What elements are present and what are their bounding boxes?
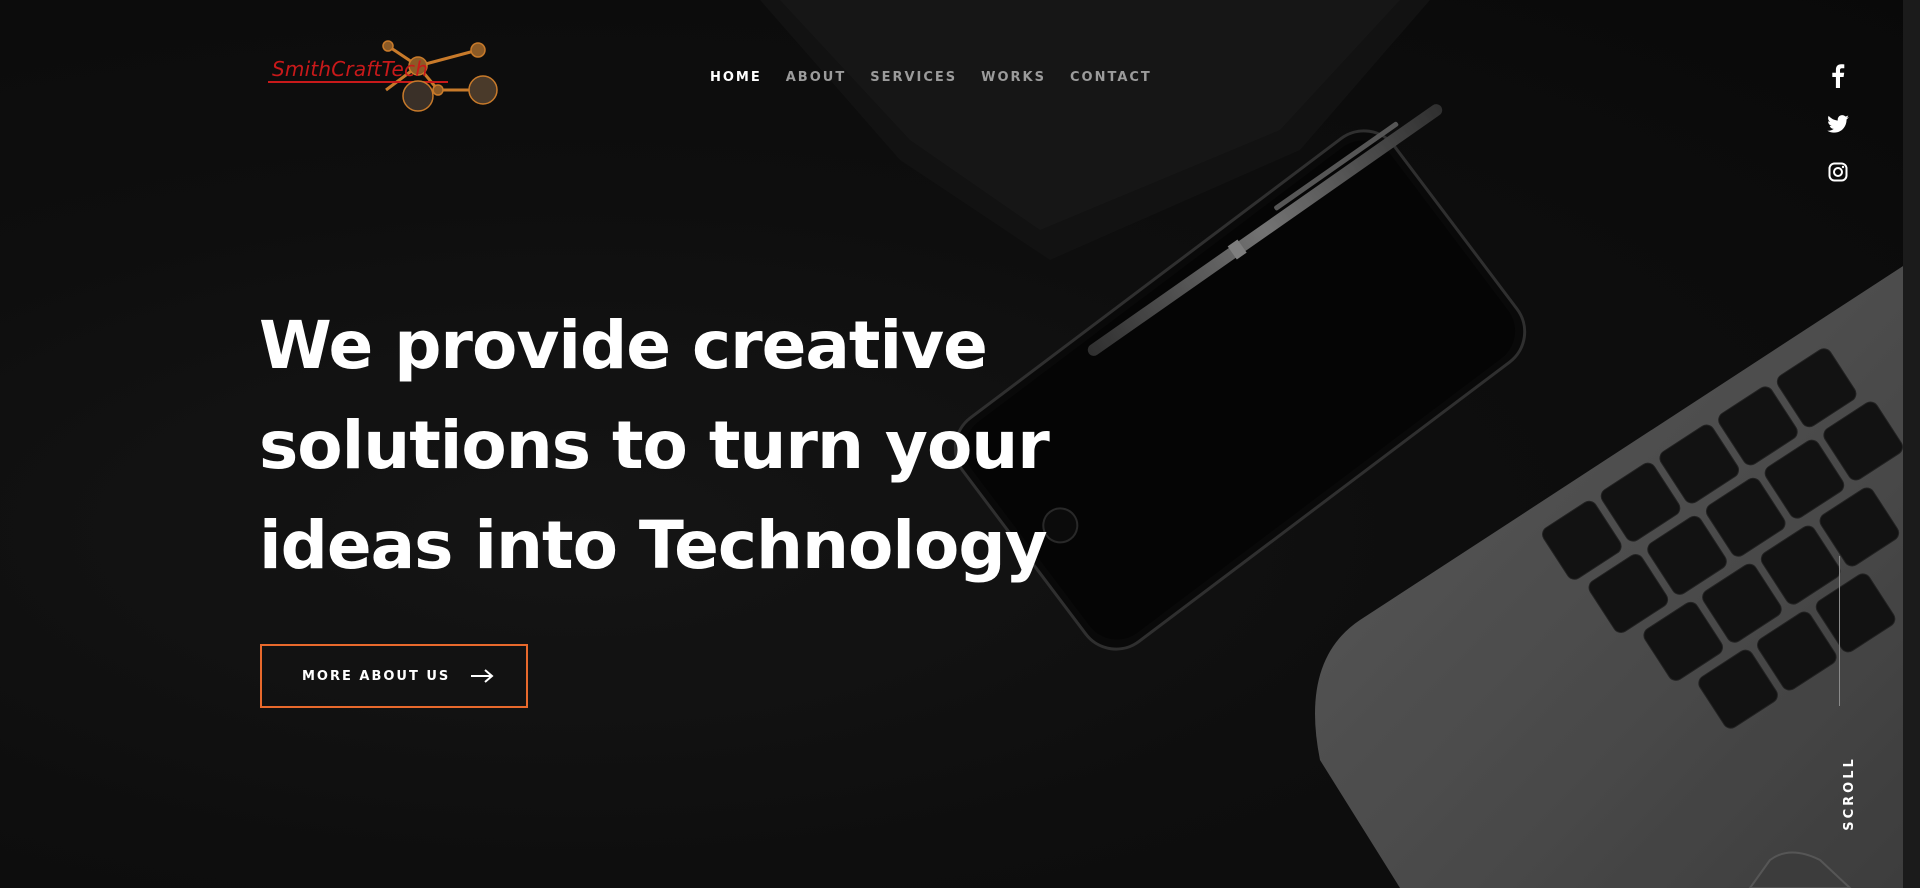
social-links (1826, 64, 1854, 208)
nav-item-about[interactable]: ABOUT (786, 70, 846, 85)
site-logo[interactable]: SmithCraftTech (268, 38, 503, 112)
headline-line: ideas into Technology (259, 507, 1048, 584)
nav-item-works[interactable]: WORKS (981, 70, 1046, 85)
nav-item-contact[interactable]: CONTACT (1070, 70, 1152, 85)
nav-item-services[interactable]: SERVICES (870, 70, 957, 85)
hero-headline: We provide creative solutions to turn yo… (259, 296, 1079, 596)
main-nav: HOME ABOUT SERVICES WORKS CONTACT (710, 70, 1176, 85)
hero-section: SmithCraftTech HOME ABOUT SERVICES WORKS… (0, 0, 1920, 888)
cta-label: MORE ABOUT US (302, 668, 451, 684)
logo-text: SmithCraftTech (272, 57, 429, 81)
instagram-icon[interactable] (1826, 160, 1850, 184)
nav-item-home[interactable]: HOME (710, 70, 762, 85)
scroll-label[interactable]: SCROLL (1842, 756, 1857, 831)
headline-line: We provide creative (259, 307, 988, 384)
headline-line: solutions to turn your (259, 407, 1050, 484)
facebook-icon[interactable] (1826, 64, 1850, 88)
twitter-icon[interactable] (1826, 112, 1850, 136)
arrow-right-icon (470, 669, 494, 683)
scroll-indicator-line (1839, 556, 1840, 706)
page-scrollbar[interactable] (1903, 0, 1920, 888)
more-about-us-button[interactable]: MORE ABOUT US (260, 644, 528, 708)
